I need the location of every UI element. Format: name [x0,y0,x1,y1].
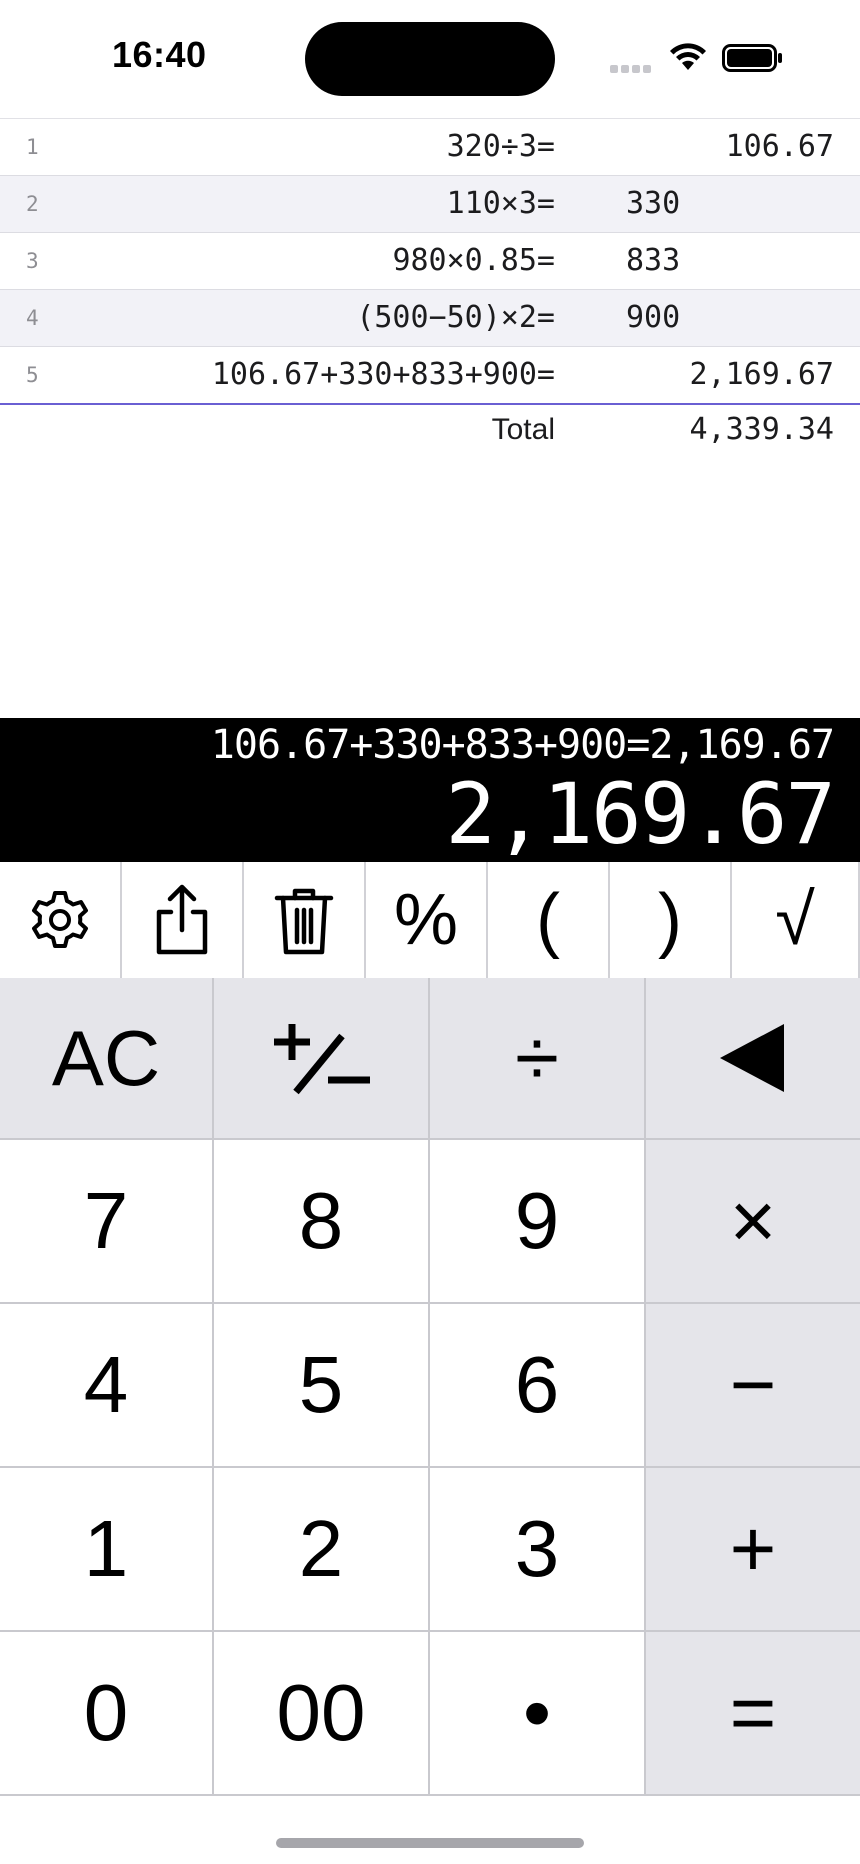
decimal-button[interactable]: • [430,1632,646,1796]
plus-minus-icon [274,1024,370,1095]
key-7[interactable]: 7 [0,1140,214,1304]
tape-row[interactable]: 3 980×0.85= 833 [0,233,860,290]
row-result: 330 [626,186,681,221]
key-00[interactable]: 00 [214,1632,430,1796]
tape-row[interactable]: 1 320÷3= 106.67 [0,119,860,176]
tape-row[interactable]: 4 (500−50)×2= 900 [0,290,860,347]
key-6[interactable]: 6 [430,1304,646,1468]
row-result: 2,169.67 [689,357,835,392]
row-number: 4 [26,306,39,330]
plus-minus-button[interactable] [214,978,430,1140]
total-label: Total [491,413,555,446]
calculation-tape: 1 320÷3= 106.67 2 110×3= 330 3 980×0.85=… [0,118,860,455]
open-paren-button[interactable]: ( [488,862,610,978]
equals-button[interactable]: = [646,1632,860,1796]
share-icon [156,884,208,955]
total-value: 4,339.34 [689,412,835,447]
key-2[interactable]: 2 [214,1468,430,1632]
key-1[interactable]: 1 [0,1468,214,1632]
key-9[interactable]: 9 [430,1140,646,1304]
row-expression: 106.67+330+833+900= [211,357,555,392]
plus-button[interactable]: + [646,1468,860,1632]
calculator-display: 106.67+330+833+900=2,169.67 2,169.67 [0,718,860,862]
gear-icon [32,891,88,948]
display-expression-text: 106.67+330+833+900= [210,722,651,768]
row-result: 833 [626,243,681,278]
share-button[interactable] [122,862,244,978]
multiply-button[interactable]: × [646,1140,860,1304]
row-result: 900 [626,300,681,335]
status-bar: 16:40 [0,0,860,118]
key-3[interactable]: 3 [430,1468,646,1632]
row-number: 3 [26,249,39,273]
status-time: 16:40 [112,34,207,75]
row-number: 1 [26,135,39,159]
tape-row[interactable]: 5 106.67+330+833+900= 2,169.67 [0,347,860,405]
battery-icon [722,44,782,72]
row-result: 106.67 [725,129,834,164]
total-row: Total 4,339.34 [0,405,860,455]
home-indicator[interactable] [276,1838,584,1848]
percent-button[interactable]: % [366,862,488,978]
keypad: AC ÷ 7 8 9 × 4 5 6 − 1 2 3 + 0 00 • = [0,978,860,1796]
trash-icon [274,888,334,955]
display-expression: 106.67+330+833+900=2,169.67 [210,722,835,768]
key-5[interactable]: 5 [214,1304,430,1468]
row-expression: 980×0.85= [392,243,555,278]
display-value: 2,169.67 [445,765,836,863]
close-paren-button[interactable]: ) [610,862,732,978]
function-row: % ( ) √ [0,862,860,978]
key-0[interactable]: 0 [0,1632,214,1796]
backspace-icon [720,1024,784,1092]
row-expression: 110×3= [446,186,555,221]
divide-button[interactable]: ÷ [430,978,646,1140]
backspace-button[interactable] [646,978,860,1140]
sqrt-button[interactable]: √ [732,862,860,978]
tape-row[interactable]: 2 110×3= 330 [0,176,860,233]
display-expression-result: 2,169.67 [649,722,835,768]
wifi-icon [670,43,706,70]
dynamic-island [305,22,555,96]
key-8[interactable]: 8 [214,1140,430,1304]
minus-button[interactable]: − [646,1304,860,1468]
settings-button[interactable] [0,862,122,978]
cellular-signal-icon [610,60,654,78]
delete-button[interactable] [244,862,366,978]
row-expression: (500−50)×2= [356,300,555,335]
all-clear-button[interactable]: AC [0,978,214,1140]
row-number: 5 [26,363,39,387]
key-4[interactable]: 4 [0,1304,214,1468]
row-number: 2 [26,192,39,216]
row-expression: 320÷3= [446,129,555,164]
